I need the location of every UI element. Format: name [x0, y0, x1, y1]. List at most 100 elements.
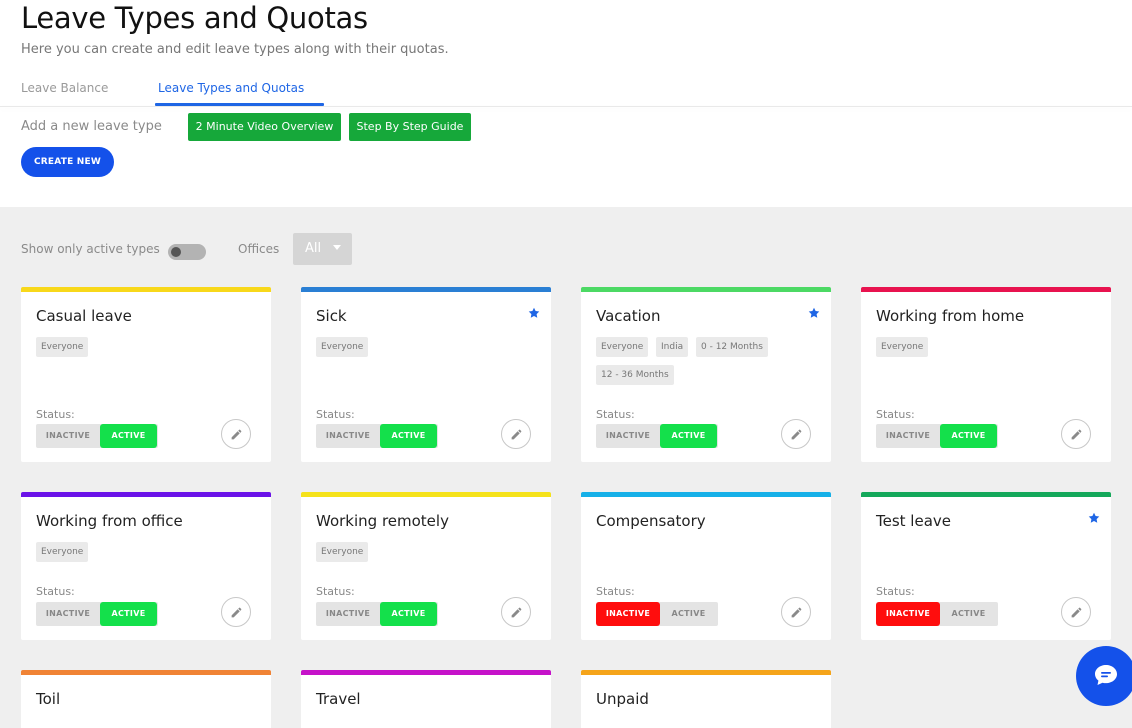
leave-type-card: Test leave Status: INACTIVE ACTIVE — [861, 492, 1111, 640]
offices-select[interactable]: All — [293, 233, 352, 265]
add-leave-type-label: Add a new leave type — [21, 119, 162, 134]
status-inactive-option[interactable]: INACTIVE — [596, 424, 660, 448]
star-icon[interactable] — [1088, 512, 1100, 524]
status-active-option[interactable]: ACTIVE — [940, 602, 997, 626]
audience-chip: Everyone — [36, 337, 89, 357]
create-new-button[interactable]: CREATE NEW — [21, 147, 114, 177]
leave-type-card: Sick Everyone Status: INACTIVE ACTIVE — [301, 287, 551, 462]
tab-leave-balance[interactable]: Leave Balance — [21, 81, 108, 105]
audience-chip: Everyone — [316, 337, 369, 357]
edit-leave-type-button[interactable] — [781, 597, 811, 627]
audience-chip: Everyone — [316, 542, 369, 562]
leave-type-card: Vacation Everyone India 0 - 12 Months 12 - 3… — [581, 287, 831, 462]
page-subtitle: Here you can create and edit leave types… — [21, 42, 449, 57]
page-title: Leave Types and Quotas — [21, 1, 368, 35]
edit-leave-type-button[interactable] — [1061, 597, 1091, 627]
status-active-option[interactable]: ACTIVE — [380, 424, 437, 448]
tab-divider — [0, 106, 1132, 107]
star-icon[interactable] — [528, 307, 540, 319]
pencil-icon — [231, 607, 242, 618]
chat-button[interactable] — [1076, 646, 1132, 706]
video-overview-button[interactable]: 2 Minute Video Overview — [188, 113, 341, 141]
status-switch[interactable]: INACTIVE ACTIVE — [36, 424, 158, 448]
leave-type-card: Travel — [301, 670, 551, 728]
leave-type-card: Unpaid — [581, 670, 831, 728]
star-icon[interactable] — [808, 307, 820, 319]
audience-chip: 12 - 36 Months — [596, 365, 674, 385]
status-switch[interactable]: INACTIVE ACTIVE — [36, 602, 158, 626]
status-active-option[interactable]: ACTIVE — [660, 424, 717, 448]
leave-type-name: Travel — [316, 690, 361, 708]
tab-leave-types-and-quotas[interactable]: Leave Types and Quotas — [154, 81, 325, 106]
status-label: Status: — [36, 408, 75, 421]
page-header-area: Leave Types and Quotas Here you can crea… — [0, 0, 1132, 207]
status-label: Status: — [596, 585, 635, 598]
status-inactive-option[interactable]: INACTIVE — [876, 602, 940, 626]
pencil-icon — [1071, 607, 1082, 618]
status-label: Status: — [876, 408, 915, 421]
audience-chip: India — [656, 337, 689, 357]
leave-type-name: Toil — [36, 690, 61, 708]
pencil-icon — [791, 429, 802, 440]
status-active-option[interactable]: ACTIVE — [380, 602, 437, 626]
status-switch[interactable]: INACTIVE ACTIVE — [316, 424, 438, 448]
offices-label: Offices — [238, 242, 280, 256]
leave-type-card: Working remotely Everyone Status: INACTIVE A… — [301, 492, 551, 640]
edit-leave-type-button[interactable] — [781, 419, 811, 449]
active-types-toggle-label: Show only active types — [21, 242, 160, 256]
leave-type-card: Working from office Everyone Status: INACTI… — [21, 492, 271, 640]
audience-chip: 0 - 12 Months — [696, 337, 768, 357]
status-label: Status: — [316, 585, 355, 598]
pencil-icon — [231, 429, 242, 440]
audience-chip: Everyone — [876, 337, 929, 357]
leave-type-name: Casual leave — [36, 307, 132, 325]
status-active-option[interactable]: ACTIVE — [940, 424, 997, 448]
leave-type-name: Compensatory — [596, 512, 706, 530]
chat-bubble-icon — [1095, 665, 1117, 685]
status-inactive-option[interactable]: INACTIVE — [596, 602, 660, 626]
leave-type-name: Sick — [316, 307, 347, 325]
edit-leave-type-button[interactable] — [221, 597, 251, 627]
toggle-knob — [171, 247, 181, 257]
leave-type-card: Toil — [21, 670, 271, 728]
edit-leave-type-button[interactable] — [221, 419, 251, 449]
status-inactive-option[interactable]: INACTIVE — [876, 424, 940, 448]
leave-type-name: Vacation — [596, 307, 661, 325]
status-switch[interactable]: INACTIVE ACTIVE — [316, 602, 438, 626]
active-types-toggle[interactable] — [168, 244, 206, 260]
leave-type-name: Working remotely — [316, 512, 449, 530]
caret-down-icon — [333, 245, 341, 250]
leave-type-card: Working from home Everyone Status: INACTIVE… — [861, 287, 1111, 462]
leave-type-name: Test leave — [876, 512, 951, 530]
edit-leave-type-button[interactable] — [501, 597, 531, 627]
status-active-option[interactable]: ACTIVE — [100, 424, 157, 448]
audience-chip: Everyone — [36, 542, 89, 562]
status-switch[interactable]: INACTIVE ACTIVE — [876, 424, 998, 448]
status-active-option[interactable]: ACTIVE — [100, 602, 157, 626]
status-inactive-option[interactable]: INACTIVE — [36, 602, 100, 626]
status-active-option[interactable]: ACTIVE — [660, 602, 717, 626]
status-inactive-option[interactable]: INACTIVE — [36, 424, 100, 448]
status-label: Status: — [596, 408, 635, 421]
leave-type-name: Unpaid — [596, 690, 649, 708]
pencil-icon — [1071, 429, 1082, 440]
status-switch[interactable]: INACTIVE ACTIVE — [876, 602, 998, 626]
status-switch[interactable]: INACTIVE ACTIVE — [596, 602, 718, 626]
status-label: Status: — [316, 408, 355, 421]
pencil-icon — [791, 607, 802, 618]
offices-select-value: All — [305, 241, 322, 256]
status-inactive-option[interactable]: INACTIVE — [316, 424, 380, 448]
edit-leave-type-button[interactable] — [501, 419, 531, 449]
status-switch[interactable]: INACTIVE ACTIVE — [596, 424, 718, 448]
pencil-icon — [511, 607, 522, 618]
leave-type-card: Compensatory Status: INACTIVE ACTIVE — [581, 492, 831, 640]
status-label: Status: — [876, 585, 915, 598]
step-by-step-guide-button[interactable]: Step By Step Guide — [349, 113, 471, 141]
leave-type-card: Casual leave Everyone Status: INACTIVE ACTIV… — [21, 287, 271, 462]
leave-type-name: Working from office — [36, 512, 183, 530]
audience-chip: Everyone — [596, 337, 649, 357]
edit-leave-type-button[interactable] — [1061, 419, 1091, 449]
status-inactive-option[interactable]: INACTIVE — [316, 602, 380, 626]
leave-type-name: Working from home — [876, 307, 1025, 325]
pencil-icon — [511, 429, 522, 440]
